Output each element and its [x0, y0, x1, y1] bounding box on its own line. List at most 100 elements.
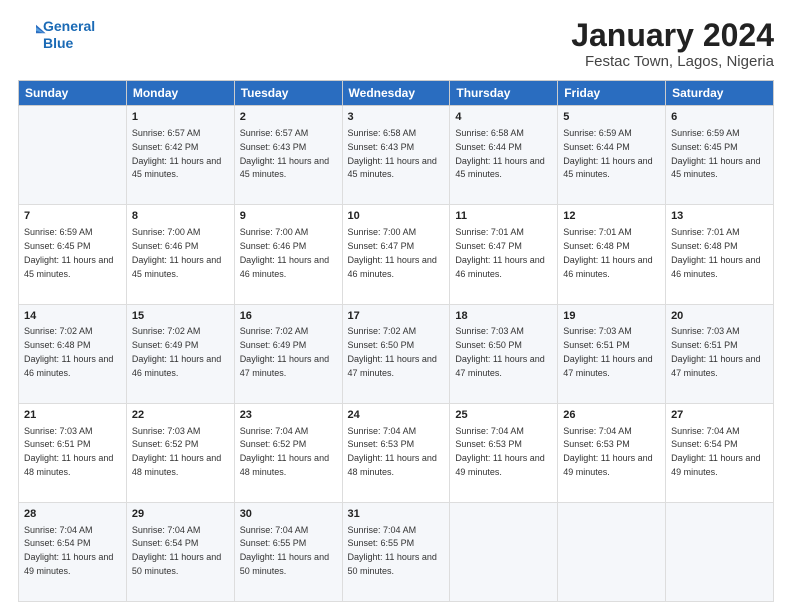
day-number: 20: [671, 309, 768, 324]
day-info: Sunrise: 7:02 AMSunset: 6:48 PMDaylight:…: [24, 326, 113, 377]
table-row: 1 Sunrise: 6:57 AMSunset: 6:42 PMDaylight…: [126, 106, 234, 205]
day-number: 30: [240, 507, 337, 522]
table-row: [450, 502, 558, 601]
day-info: Sunrise: 7:03 AMSunset: 6:50 PMDaylight:…: [455, 326, 544, 377]
day-info: Sunrise: 6:57 AMSunset: 6:43 PMDaylight:…: [240, 128, 329, 179]
calendar-table: Sunday Monday Tuesday Wednesday Thursday…: [18, 80, 774, 602]
calendar-week-row: 7 Sunrise: 6:59 AMSunset: 6:45 PMDaylight…: [19, 205, 774, 304]
day-info: Sunrise: 7:00 AMSunset: 6:47 PMDaylight:…: [348, 227, 437, 278]
page-subtitle: Festac Town, Lagos, Nigeria: [571, 53, 774, 70]
table-row: 13 Sunrise: 7:01 AMSunset: 6:48 PMDayligh…: [666, 205, 774, 304]
day-info: Sunrise: 7:04 AMSunset: 6:53 PMDaylight:…: [348, 426, 437, 477]
col-monday: Monday: [126, 81, 234, 106]
col-saturday: Saturday: [666, 81, 774, 106]
col-wednesday: Wednesday: [342, 81, 450, 106]
calendar-week-row: 1 Sunrise: 6:57 AMSunset: 6:42 PMDaylight…: [19, 106, 774, 205]
day-info: Sunrise: 7:00 AMSunset: 6:46 PMDaylight:…: [240, 227, 329, 278]
day-number: 31: [348, 507, 445, 522]
day-info: Sunrise: 7:01 AMSunset: 6:47 PMDaylight:…: [455, 227, 544, 278]
day-number: 24: [348, 408, 445, 423]
table-row: 28Sunrise: 7:04 AMSunset: 6:54 PMDayligh…: [19, 502, 127, 601]
day-number: 19: [563, 309, 660, 324]
table-row: [558, 502, 666, 601]
day-info: Sunrise: 6:57 AMSunset: 6:42 PMDaylight:…: [132, 128, 221, 179]
day-number: 16: [240, 309, 337, 324]
table-row: 3 Sunrise: 6:58 AMSunset: 6:43 PMDaylight…: [342, 106, 450, 205]
day-number: 26: [563, 408, 660, 423]
day-info: Sunrise: 7:04 AMSunset: 6:55 PMDaylight:…: [348, 525, 437, 576]
col-friday: Friday: [558, 81, 666, 106]
day-info: Sunrise: 7:04 AMSunset: 6:54 PMDaylight:…: [24, 525, 113, 576]
table-row: 31 Sunrise: 7:04 AMSunset: 6:55 PMDayligh…: [342, 502, 450, 601]
day-number: 22: [132, 408, 229, 423]
title-block: January 2024 Festac Town, Lagos, Nigeria: [571, 18, 774, 70]
day-number: 3: [348, 110, 445, 125]
table-row: 30 Sunrise: 7:04 AMSunset: 6:55 PMDayligh…: [234, 502, 342, 601]
logo-text: GeneralBlue: [43, 18, 95, 52]
day-info: Sunrise: 7:03 AMSunset: 6:51 PMDaylight:…: [563, 326, 652, 377]
table-row: 10Sunrise: 7:00 AMSunset: 6:47 PMDayligh…: [342, 205, 450, 304]
day-info: Sunrise: 6:59 AMSunset: 6:45 PMDaylight:…: [24, 227, 113, 278]
table-row: 15 Sunrise: 7:02 AMSunset: 6:49 PMDayligh…: [126, 304, 234, 403]
table-row: 21 Sunrise: 7:03 AMSunset: 6:51 PMDayligh…: [19, 403, 127, 502]
day-number: 13: [671, 209, 768, 224]
day-number: 4: [455, 110, 552, 125]
day-info: Sunrise: 7:04 AMSunset: 6:54 PMDaylight:…: [132, 525, 221, 576]
day-info: Sunrise: 7:02 AMSunset: 6:50 PMDaylight:…: [348, 326, 437, 377]
day-info: Sunrise: 7:01 AMSunset: 6:48 PMDaylight:…: [563, 227, 652, 278]
day-number: 27: [671, 408, 768, 423]
day-info: Sunrise: 6:58 AMSunset: 6:43 PMDaylight:…: [348, 128, 437, 179]
day-info: Sunrise: 7:03 AMSunset: 6:51 PMDaylight:…: [24, 426, 113, 477]
table-row: [19, 106, 127, 205]
table-row: 25 Sunrise: 7:04 AMSunset: 6:53 PMDayligh…: [450, 403, 558, 502]
day-number: 17: [348, 309, 445, 324]
day-info: Sunrise: 7:00 AMSunset: 6:46 PMDaylight:…: [132, 227, 221, 278]
day-number: 14: [24, 309, 121, 324]
table-row: 18Sunrise: 7:03 AMSunset: 6:50 PMDayligh…: [450, 304, 558, 403]
calendar-header-row: Sunday Monday Tuesday Wednesday Thursday…: [19, 81, 774, 106]
day-info: Sunrise: 7:04 AMSunset: 6:52 PMDaylight:…: [240, 426, 329, 477]
calendar-week-row: 28Sunrise: 7:04 AMSunset: 6:54 PMDayligh…: [19, 502, 774, 601]
table-row: 9 Sunrise: 7:00 AMSunset: 6:46 PMDaylight…: [234, 205, 342, 304]
calendar-week-row: 14 Sunrise: 7:02 AMSunset: 6:48 PMDayligh…: [19, 304, 774, 403]
table-row: 6Sunrise: 6:59 AMSunset: 6:45 PMDaylight…: [666, 106, 774, 205]
day-number: 5: [563, 110, 660, 125]
table-row: 7 Sunrise: 6:59 AMSunset: 6:45 PMDaylight…: [19, 205, 127, 304]
table-row: 11Sunrise: 7:01 AMSunset: 6:47 PMDayligh…: [450, 205, 558, 304]
day-info: Sunrise: 7:03 AMSunset: 6:52 PMDaylight:…: [132, 426, 221, 477]
day-info: Sunrise: 7:04 AMSunset: 6:55 PMDaylight:…: [240, 525, 329, 576]
day-number: 15: [132, 309, 229, 324]
table-row: 27Sunrise: 7:04 AMSunset: 6:54 PMDayligh…: [666, 403, 774, 502]
day-info: Sunrise: 7:02 AMSunset: 6:49 PMDaylight:…: [132, 326, 221, 377]
day-info: Sunrise: 7:04 AMSunset: 6:53 PMDaylight:…: [455, 426, 544, 477]
calendar-week-row: 21 Sunrise: 7:03 AMSunset: 6:51 PMDayligh…: [19, 403, 774, 502]
table-row: 19 Sunrise: 7:03 AMSunset: 6:51 PMDayligh…: [558, 304, 666, 403]
page-title: January 2024: [571, 18, 774, 53]
day-number: 2: [240, 110, 337, 125]
day-number: 7: [24, 209, 121, 224]
table-row: 8 Sunrise: 7:00 AMSunset: 6:46 PMDaylight…: [126, 205, 234, 304]
day-info: Sunrise: 6:59 AMSunset: 6:44 PMDaylight:…: [563, 128, 652, 179]
day-number: 1: [132, 110, 229, 125]
day-info: Sunrise: 7:01 AMSunset: 6:48 PMDaylight:…: [671, 227, 760, 278]
col-tuesday: Tuesday: [234, 81, 342, 106]
table-row: 17 Sunrise: 7:02 AMSunset: 6:50 PMDayligh…: [342, 304, 450, 403]
table-row: 26 Sunrise: 7:04 AMSunset: 6:53 PMDayligh…: [558, 403, 666, 502]
day-info: Sunrise: 7:02 AMSunset: 6:49 PMDaylight:…: [240, 326, 329, 377]
day-info: Sunrise: 6:59 AMSunset: 6:45 PMDaylight:…: [671, 128, 760, 179]
table-row: 2 Sunrise: 6:57 AMSunset: 6:43 PMDaylight…: [234, 106, 342, 205]
table-row: 22 Sunrise: 7:03 AMSunset: 6:52 PMDayligh…: [126, 403, 234, 502]
col-thursday: Thursday: [450, 81, 558, 106]
day-number: 29: [132, 507, 229, 522]
day-info: Sunrise: 7:03 AMSunset: 6:51 PMDaylight:…: [671, 326, 760, 377]
day-number: 8: [132, 209, 229, 224]
col-sunday: Sunday: [19, 81, 127, 106]
table-row: 5 Sunrise: 6:59 AMSunset: 6:44 PMDaylight…: [558, 106, 666, 205]
day-number: 25: [455, 408, 552, 423]
day-number: 21: [24, 408, 121, 423]
table-row: [666, 502, 774, 601]
day-number: 9: [240, 209, 337, 224]
day-info: Sunrise: 7:04 AMSunset: 6:53 PMDaylight:…: [563, 426, 652, 477]
day-number: 23: [240, 408, 337, 423]
table-row: 12Sunrise: 7:01 AMSunset: 6:48 PMDayligh…: [558, 205, 666, 304]
